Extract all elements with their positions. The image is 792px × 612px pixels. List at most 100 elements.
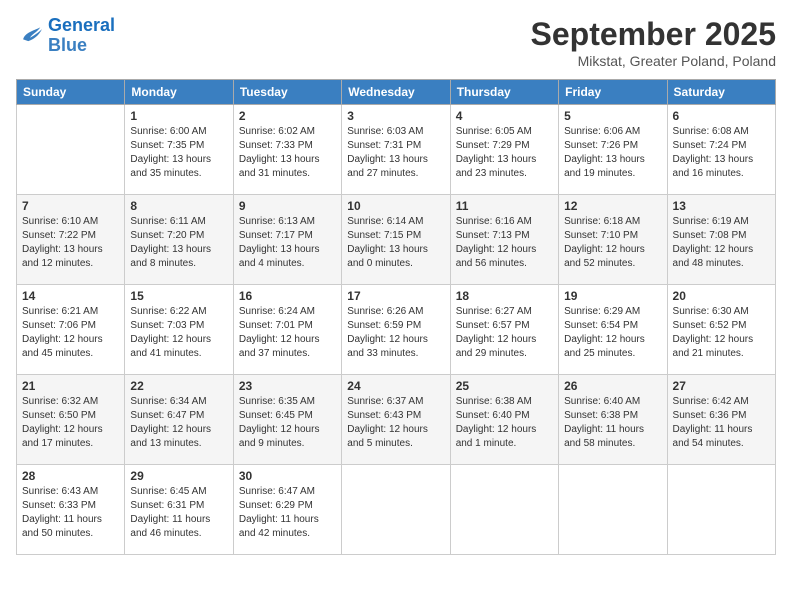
calendar-cell: 9 Sunrise: 6:13 AMSunset: 7:17 PMDaylight… <box>233 195 341 285</box>
calendar-cell <box>667 465 775 555</box>
calendar-cell: 7 Sunrise: 6:10 AMSunset: 7:22 PMDaylight… <box>17 195 125 285</box>
day-info: Sunrise: 6:27 AMSunset: 6:57 PMDaylight:… <box>456 305 553 361</box>
calendar-cell: 15 Sunrise: 6:22 AMSunset: 7:03 PMDayligh… <box>125 285 233 375</box>
day-info: Sunrise: 6:43 AMSunset: 6:33 PMDaylight:… <box>22 485 119 541</box>
day-info: Sunrise: 6:47 AMSunset: 6:29 PMDaylight:… <box>239 485 336 541</box>
day-info: Sunrise: 6:37 AMSunset: 6:43 PMDaylight:… <box>347 395 444 451</box>
day-info: Sunrise: 6:32 AMSunset: 6:50 PMDaylight:… <box>22 395 119 451</box>
day-number: 13 <box>673 199 770 213</box>
day-info: Sunrise: 6:13 AMSunset: 7:17 PMDaylight:… <box>239 215 336 271</box>
day-info: Sunrise: 6:03 AMSunset: 7:31 PMDaylight:… <box>347 125 444 181</box>
calendar-table: SundayMondayTuesdayWednesdayThursdayFrid… <box>16 79 776 555</box>
calendar-week-row: 1 Sunrise: 6:00 AMSunset: 7:35 PMDaylight… <box>17 105 776 195</box>
day-number: 10 <box>347 199 444 213</box>
day-number: 16 <box>239 289 336 303</box>
calendar-cell: 19Sunrise: 6:29 AMSunset: 6:54 PMDayligh… <box>559 285 667 375</box>
day-number: 6 <box>673 109 770 123</box>
day-info: Sunrise: 6:14 AMSunset: 7:15 PMDaylight:… <box>347 215 444 271</box>
day-info: Sunrise: 6:21 AMSunset: 7:06 PMDaylight:… <box>22 305 119 361</box>
calendar-cell: 12Sunrise: 6:18 AMSunset: 7:10 PMDayligh… <box>559 195 667 285</box>
day-number: 3 <box>347 109 444 123</box>
day-number: 26 <box>564 379 661 393</box>
calendar-cell: 13Sunrise: 6:19 AMSunset: 7:08 PMDayligh… <box>667 195 775 285</box>
day-info: Sunrise: 6:42 AMSunset: 6:36 PMDaylight:… <box>673 395 770 451</box>
calendar-week-row: 7 Sunrise: 6:10 AMSunset: 7:22 PMDaylight… <box>17 195 776 285</box>
calendar-cell: 8 Sunrise: 6:11 AMSunset: 7:20 PMDaylight… <box>125 195 233 285</box>
day-number: 29 <box>130 469 227 483</box>
page-header: General Blue September 2025 Mikstat, Gre… <box>16 16 776 69</box>
logo: General Blue <box>16 16 115 56</box>
day-number: 28 <box>22 469 119 483</box>
header-day: Saturday <box>667 80 775 105</box>
calendar-week-row: 21Sunrise: 6:32 AMSunset: 6:50 PMDayligh… <box>17 375 776 465</box>
calendar-cell: 1 Sunrise: 6:00 AMSunset: 7:35 PMDaylight… <box>125 105 233 195</box>
day-number: 14 <box>22 289 119 303</box>
calendar-week-row: 14 Sunrise: 6:21 AMSunset: 7:06 PMDayligh… <box>17 285 776 375</box>
month-title: September 2025 <box>531 16 776 53</box>
calendar-cell: 3 Sunrise: 6:03 AMSunset: 7:31 PMDaylight… <box>342 105 450 195</box>
header-day: Wednesday <box>342 80 450 105</box>
calendar-cell: 2 Sunrise: 6:02 AMSunset: 7:33 PMDaylight… <box>233 105 341 195</box>
day-number: 24 <box>347 379 444 393</box>
day-info: Sunrise: 6:16 AMSunset: 7:13 PMDaylight:… <box>456 215 553 271</box>
day-number: 30 <box>239 469 336 483</box>
day-info: Sunrise: 6:11 AMSunset: 7:20 PMDaylight:… <box>130 215 227 271</box>
header-day: Tuesday <box>233 80 341 105</box>
header-day: Sunday <box>17 80 125 105</box>
day-info: Sunrise: 6:24 AMSunset: 7:01 PMDaylight:… <box>239 305 336 361</box>
day-info: Sunrise: 6:05 AMSunset: 7:29 PMDaylight:… <box>456 125 553 181</box>
calendar-cell: 22Sunrise: 6:34 AMSunset: 6:47 PMDayligh… <box>125 375 233 465</box>
day-info: Sunrise: 6:45 AMSunset: 6:31 PMDaylight:… <box>130 485 227 541</box>
day-info: Sunrise: 6:10 AMSunset: 7:22 PMDaylight:… <box>22 215 119 271</box>
header-row: SundayMondayTuesdayWednesdayThursdayFrid… <box>17 80 776 105</box>
day-info: Sunrise: 6:22 AMSunset: 7:03 PMDaylight:… <box>130 305 227 361</box>
calendar-cell: 28 Sunrise: 6:43 AMSunset: 6:33 PMDayligh… <box>17 465 125 555</box>
day-number: 11 <box>456 199 553 213</box>
day-info: Sunrise: 6:02 AMSunset: 7:33 PMDaylight:… <box>239 125 336 181</box>
location: Mikstat, Greater Poland, Poland <box>531 53 776 69</box>
day-info: Sunrise: 6:35 AMSunset: 6:45 PMDaylight:… <box>239 395 336 451</box>
calendar-cell <box>559 465 667 555</box>
day-number: 7 <box>22 199 119 213</box>
title-area: September 2025 Mikstat, Greater Poland, … <box>531 16 776 69</box>
day-info: Sunrise: 6:38 AMSunset: 6:40 PMDaylight:… <box>456 395 553 451</box>
header-day: Friday <box>559 80 667 105</box>
calendar-cell: 27 Sunrise: 6:42 AMSunset: 6:36 PMDayligh… <box>667 375 775 465</box>
calendar-cell: 20 Sunrise: 6:30 AMSunset: 6:52 PMDayligh… <box>667 285 775 375</box>
calendar-cell: 17Sunrise: 6:26 AMSunset: 6:59 PMDayligh… <box>342 285 450 375</box>
day-number: 8 <box>130 199 227 213</box>
day-number: 23 <box>239 379 336 393</box>
calendar-cell: 16 Sunrise: 6:24 AMSunset: 7:01 PMDayligh… <box>233 285 341 375</box>
header-day: Thursday <box>450 80 558 105</box>
day-number: 19 <box>564 289 661 303</box>
calendar-cell <box>342 465 450 555</box>
calendar-cell: 26Sunrise: 6:40 AMSunset: 6:38 PMDayligh… <box>559 375 667 465</box>
day-info: Sunrise: 6:34 AMSunset: 6:47 PMDaylight:… <box>130 395 227 451</box>
calendar-cell: 10 Sunrise: 6:14 AMSunset: 7:15 PMDayligh… <box>342 195 450 285</box>
day-number: 20 <box>673 289 770 303</box>
calendar-cell: 25Sunrise: 6:38 AMSunset: 6:40 PMDayligh… <box>450 375 558 465</box>
day-number: 4 <box>456 109 553 123</box>
day-number: 12 <box>564 199 661 213</box>
calendar-cell <box>17 105 125 195</box>
calendar-cell: 5Sunrise: 6:06 AMSunset: 7:26 PMDaylight… <box>559 105 667 195</box>
day-number: 18 <box>456 289 553 303</box>
header-day: Monday <box>125 80 233 105</box>
day-number: 5 <box>564 109 661 123</box>
calendar-cell: 23 Sunrise: 6:35 AMSunset: 6:45 PMDayligh… <box>233 375 341 465</box>
day-number: 15 <box>130 289 227 303</box>
logo-text: General Blue <box>48 16 115 56</box>
calendar-cell: 29 Sunrise: 6:45 AMSunset: 6:31 PMDayligh… <box>125 465 233 555</box>
calendar-cell: 21Sunrise: 6:32 AMSunset: 6:50 PMDayligh… <box>17 375 125 465</box>
day-number: 27 <box>673 379 770 393</box>
day-number: 1 <box>130 109 227 123</box>
calendar-cell: 18 Sunrise: 6:27 AMSunset: 6:57 PMDayligh… <box>450 285 558 375</box>
calendar-cell <box>450 465 558 555</box>
calendar-cell: 30 Sunrise: 6:47 AMSunset: 6:29 PMDayligh… <box>233 465 341 555</box>
day-info: Sunrise: 6:08 AMSunset: 7:24 PMDaylight:… <box>673 125 770 181</box>
calendar-cell: 14 Sunrise: 6:21 AMSunset: 7:06 PMDayligh… <box>17 285 125 375</box>
day-number: 2 <box>239 109 336 123</box>
day-number: 9 <box>239 199 336 213</box>
day-info: Sunrise: 6:00 AMSunset: 7:35 PMDaylight:… <box>130 125 227 181</box>
day-info: Sunrise: 6:30 AMSunset: 6:52 PMDaylight:… <box>673 305 770 361</box>
